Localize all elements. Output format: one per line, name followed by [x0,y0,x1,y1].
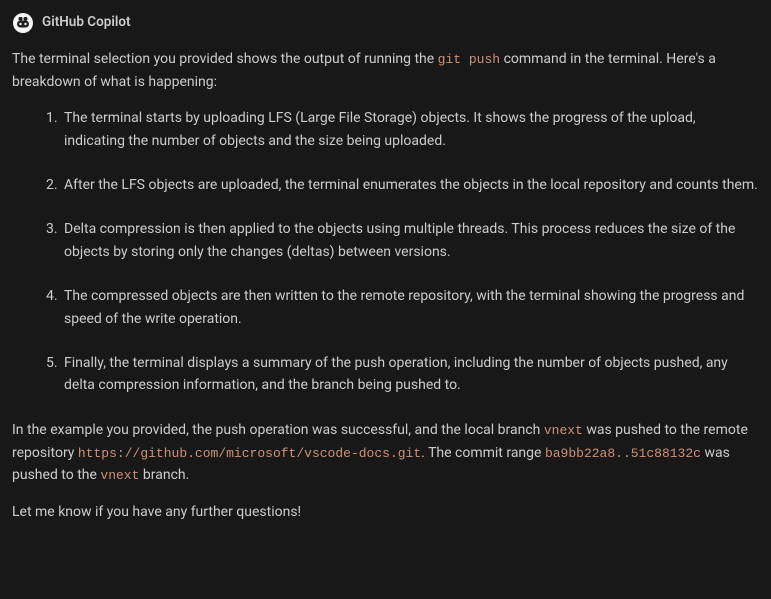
list-item: Finally, the terminal displays a summary… [64,352,759,397]
inline-code: ba9bb22a8..51c88132c [545,446,701,461]
outro-paragraph: In the example you provided, the push op… [12,419,759,487]
chat-message-header: GitHub Copilot [12,12,759,34]
closing-paragraph: Let me know if you have any further ques… [12,501,759,523]
copilot-icon [12,12,34,34]
inline-code: git push [438,52,500,67]
inline-code: vnext [100,468,139,483]
list-item: The compressed objects are then written … [64,285,759,330]
intro-paragraph: The terminal selection you provided show… [12,48,759,93]
list-item: Delta compression is then applied to the… [64,218,759,263]
inline-code: vnext [544,423,583,438]
chat-message-body: The terminal selection you provided show… [12,48,759,523]
chat-agent-name: GitHub Copilot [42,12,131,34]
inline-code: https://github.com/microsoft/vscode-docs… [78,446,421,461]
explanation-list: The terminal starts by uploading LFS (La… [12,107,759,397]
list-item: After the LFS objects are uploaded, the … [64,174,759,196]
list-item: The terminal starts by uploading LFS (La… [64,107,759,152]
